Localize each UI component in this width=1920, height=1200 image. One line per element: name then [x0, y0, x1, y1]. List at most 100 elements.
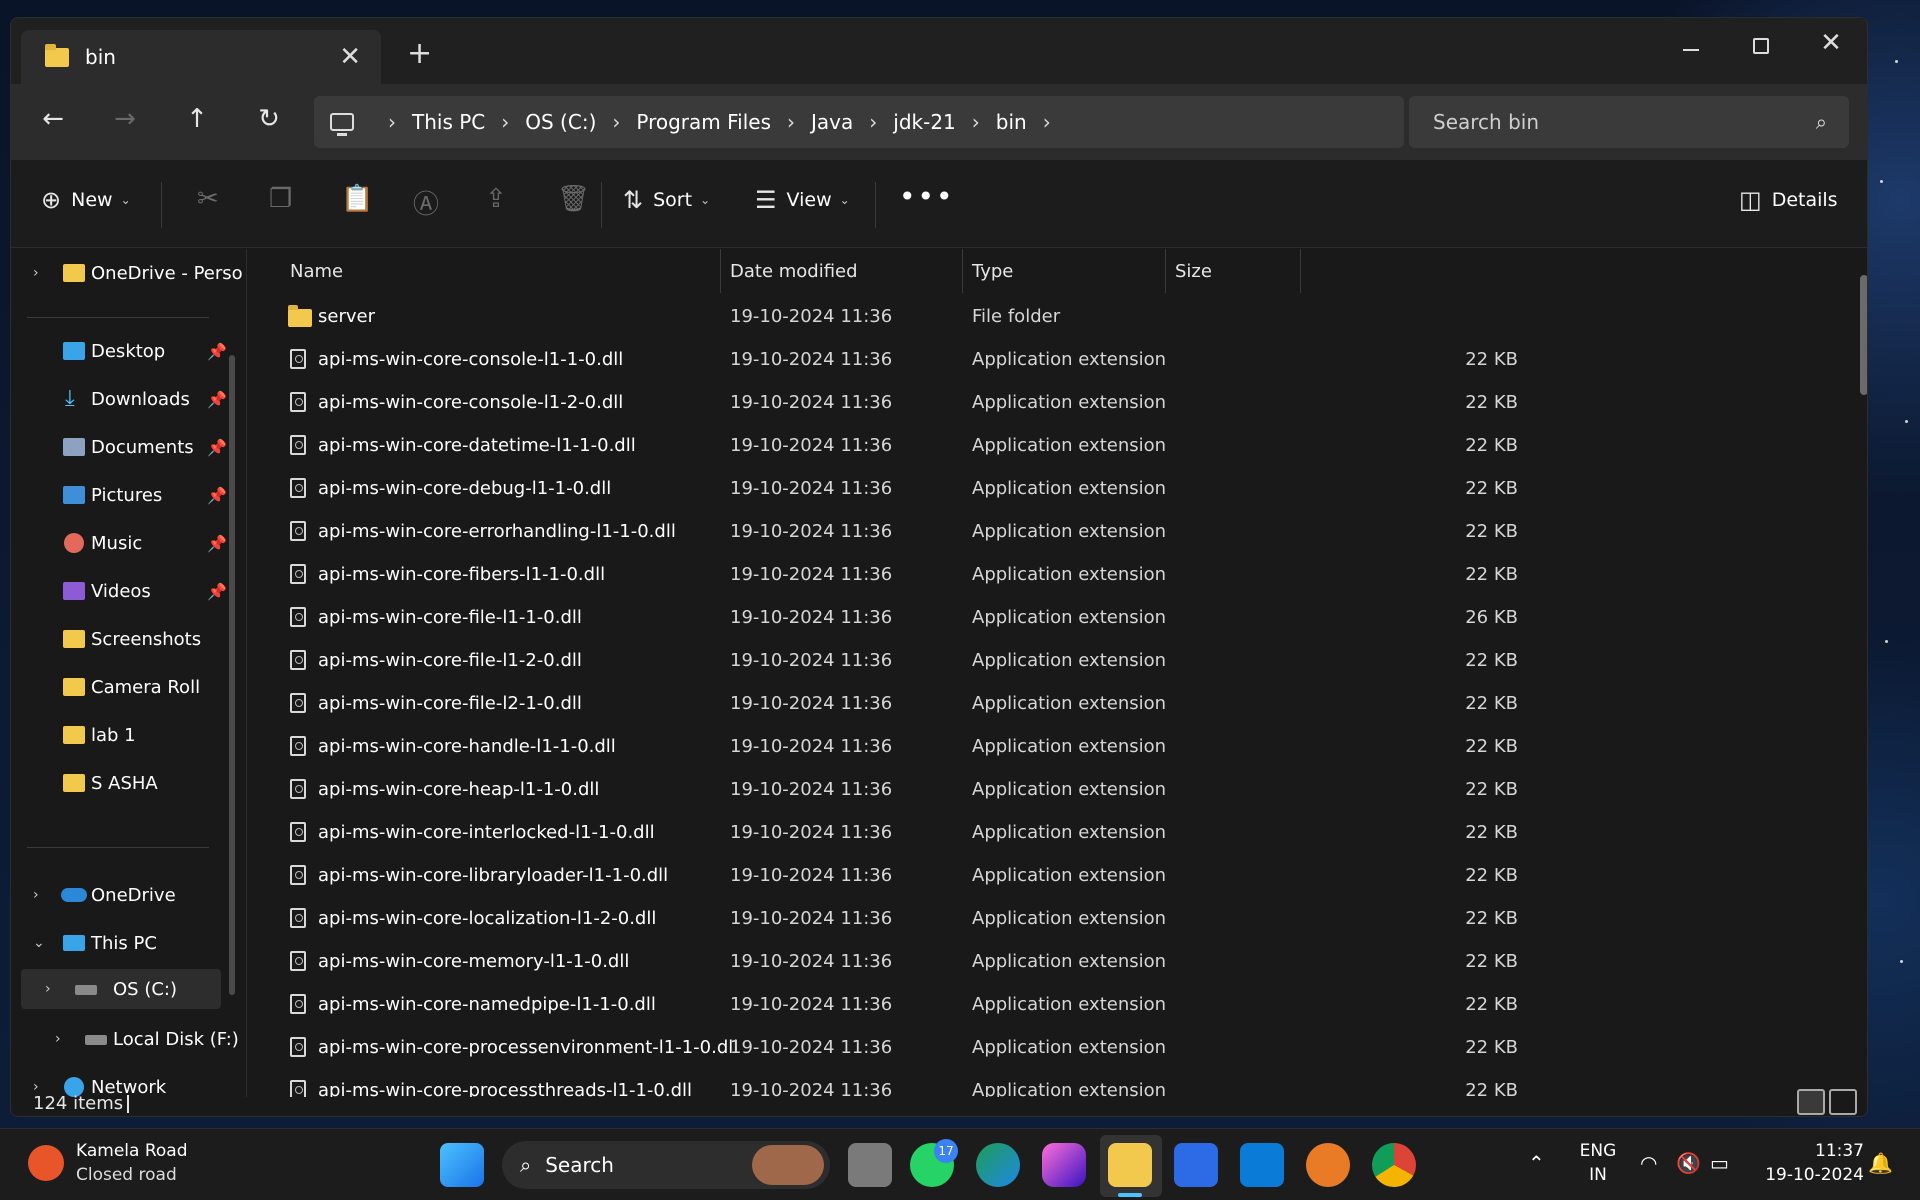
breadcrumb-jdk-21[interactable]: jdk-21 — [893, 110, 956, 134]
pin-icon[interactable]: 📌 — [207, 390, 227, 409]
view-button[interactable]: ☰ View ⌄ — [755, 186, 850, 214]
sidebar-item-videos[interactable]: Videos 📌 — [11, 571, 227, 611]
sidebar-item-camera-roll[interactable]: Camera Roll — [11, 667, 221, 707]
sidebar-item-onedrive-personal[interactable]: › OneDrive - Perso — [11, 253, 243, 293]
notification-bell-icon[interactable]: 🔔 — [1868, 1151, 1893, 1175]
battery-icon[interactable]: ▭ — [1710, 1151, 1729, 1175]
taskbar-search[interactable]: ⌕ Search — [502, 1141, 830, 1189]
sidebar-item-pictures[interactable]: Pictures 📌 — [11, 475, 227, 515]
sidebar-item-onedrive[interactable]: › OneDrive — [11, 875, 221, 915]
table-row[interactable]: api-ms-win-core-libraryloader-l1-1-0.dll… — [248, 854, 1808, 897]
microsoft-store-icon[interactable] — [1174, 1143, 1218, 1187]
sidebar-item-local-disk-f[interactable]: › Local Disk (F:) — [11, 1019, 239, 1059]
breadcrumb-bin[interactable]: bin — [996, 110, 1027, 134]
chevron-right-icon[interactable]: › — [33, 887, 39, 903]
file-list-scrollbar[interactable] — [1860, 275, 1867, 395]
new-tab-button[interactable]: + — [407, 36, 432, 71]
column-divider[interactable] — [962, 249, 963, 293]
sidebar-item-lab-1[interactable]: lab 1 — [11, 715, 221, 755]
table-row[interactable]: api-ms-win-core-console-l1-2-0.dll 19-10-… — [248, 381, 1808, 424]
sidebar-item-this-pc[interactable]: ⌄ This PC — [11, 923, 221, 963]
pin-icon[interactable]: 📌 — [207, 534, 227, 553]
sidebar-item-screenshots[interactable]: Screenshots — [11, 619, 221, 659]
up-button[interactable]: ↑ — [177, 104, 217, 134]
close-window-button[interactable]: ✕ — [1801, 28, 1861, 58]
start-button[interactable] — [440, 1143, 484, 1187]
sidebar-item-documents[interactable]: Documents 📌 — [11, 427, 227, 467]
new-button[interactable]: ⊕ New ⌄ — [41, 186, 131, 214]
share-icon[interactable]: ⇪ — [485, 184, 507, 214]
breadcrumb-os-c[interactable]: OS (C:) — [525, 110, 596, 134]
clock-time[interactable]: 11:37 — [1760, 1141, 1864, 1161]
pin-icon[interactable]: 📌 — [207, 342, 227, 361]
search-input[interactable] — [1433, 110, 1793, 134]
details-button[interactable]: ◫ Details — [1739, 186, 1838, 214]
table-row[interactable]: api-ms-win-core-processthreads-l1-1-0.dl… — [248, 1069, 1808, 1097]
breadcrumb-java[interactable]: Java — [811, 110, 853, 134]
sidebar-item-downloads[interactable]: ⤓ Downloads 📌 — [11, 379, 227, 419]
region-indicator[interactable]: IN — [1578, 1165, 1618, 1185]
column-divider[interactable] — [720, 249, 721, 293]
volume-muted-icon[interactable]: 🔇 — [1676, 1151, 1701, 1175]
breadcrumb-separator[interactable]: › — [787, 110, 795, 134]
language-indicator[interactable]: ENG — [1578, 1141, 1618, 1161]
sidebar-item-desktop[interactable]: Desktop 📌 — [11, 331, 227, 371]
breadcrumb-separator[interactable]: › — [388, 110, 396, 134]
table-row[interactable]: api-ms-win-core-errorhandling-l1-1-0.dll… — [248, 510, 1808, 553]
weather-title[interactable]: Kamela Road — [76, 1141, 188, 1161]
breadcrumb-separator[interactable]: › — [972, 110, 980, 134]
table-row[interactable]: api-ms-win-core-memory-l1-1-0.dll 19-10-2… — [248, 940, 1808, 983]
breadcrumb-separator[interactable]: › — [501, 110, 509, 134]
rename-icon[interactable]: Ⓐ — [413, 184, 439, 221]
more-options-button[interactable]: ••• — [899, 180, 955, 213]
table-row[interactable]: api-ms-win-core-datetime-l1-1-0.dll 19-10… — [248, 424, 1808, 467]
pin-icon[interactable]: 📌 — [207, 438, 227, 457]
table-row[interactable]: api-ms-win-core-console-l1-1-0.dll 19-10-… — [248, 338, 1808, 381]
tab-bin[interactable]: bin ✕ — [21, 30, 381, 84]
forward-button[interactable]: → — [105, 104, 145, 134]
maximize-button[interactable] — [1731, 28, 1791, 61]
weather-road-icon[interactable] — [28, 1145, 64, 1181]
minimize-button[interactable] — [1661, 28, 1721, 58]
refresh-button[interactable]: ↻ — [249, 104, 289, 134]
table-row[interactable]: server 19-10-2024 11:36 File folder — [248, 295, 1808, 338]
column-header-type[interactable]: Type — [972, 249, 1162, 293]
table-row[interactable]: api-ms-win-core-file-l1-2-0.dll 19-10-202… — [248, 639, 1808, 682]
chevron-right-icon[interactable]: › — [45, 981, 51, 997]
chevron-up-icon[interactable]: ⌃ — [1528, 1151, 1545, 1175]
table-row[interactable]: api-ms-win-core-file-l1-1-0.dll 19-10-202… — [248, 596, 1808, 639]
table-row[interactable]: api-ms-win-core-handle-l1-1-0.dll 19-10-2… — [248, 725, 1808, 768]
breadcrumb-separator[interactable]: › — [869, 110, 877, 134]
details-view-toggle[interactable] — [1797, 1089, 1825, 1115]
pin-icon[interactable]: 📌 — [207, 486, 227, 505]
table-row[interactable]: api-ms-win-core-fibers-l1-1-0.dll 19-10-2… — [248, 553, 1808, 596]
weather-subtitle[interactable]: Closed road — [76, 1165, 177, 1185]
breadcrumb-separator[interactable]: › — [1043, 110, 1051, 134]
sidebar-item-s-asha[interactable]: S ASHA — [11, 763, 221, 803]
vscode-icon[interactable] — [1240, 1143, 1284, 1187]
delete-icon[interactable]: 🗑 — [557, 184, 590, 214]
table-row[interactable]: api-ms-win-core-file-l2-1-0.dll 19-10-202… — [248, 682, 1808, 725]
wifi-icon[interactable]: ◠ — [1640, 1151, 1657, 1175]
address-bar[interactable]: › This PC › OS (C:) › Program Files › Ja… — [314, 96, 1404, 148]
breadcrumb-program-files[interactable]: Program Files — [636, 110, 771, 134]
copy-icon[interactable]: ❐ — [269, 184, 292, 214]
paste-icon[interactable]: 📋 — [341, 184, 373, 214]
file-explorer-icon[interactable] — [1108, 1143, 1152, 1187]
close-tab-icon[interactable]: ✕ — [339, 42, 361, 72]
search-box[interactable]: ⌕ — [1409, 96, 1849, 148]
edge-browser-icon[interactable] — [976, 1143, 1020, 1187]
chevron-right-icon[interactable]: › — [33, 265, 39, 281]
column-header-date-modified[interactable]: Date modified — [730, 249, 960, 293]
column-divider[interactable] — [1300, 249, 1301, 293]
sidebar-item-os-c[interactable]: › OS (C:) — [21, 969, 221, 1009]
column-divider[interactable] — [1165, 249, 1166, 293]
copilot-icon[interactable] — [1042, 1143, 1086, 1187]
chrome-icon[interactable] — [1372, 1143, 1416, 1187]
chevron-right-icon[interactable]: › — [55, 1031, 61, 1047]
back-button[interactable]: ← — [33, 104, 73, 134]
table-row[interactable]: api-ms-win-core-interlocked-l1-1-0.dll 19… — [248, 811, 1808, 854]
breadcrumb-separator[interactable]: › — [612, 110, 620, 134]
task-view-icon[interactable] — [848, 1143, 892, 1187]
clock-date[interactable]: 19-10-2024 — [1760, 1165, 1864, 1185]
